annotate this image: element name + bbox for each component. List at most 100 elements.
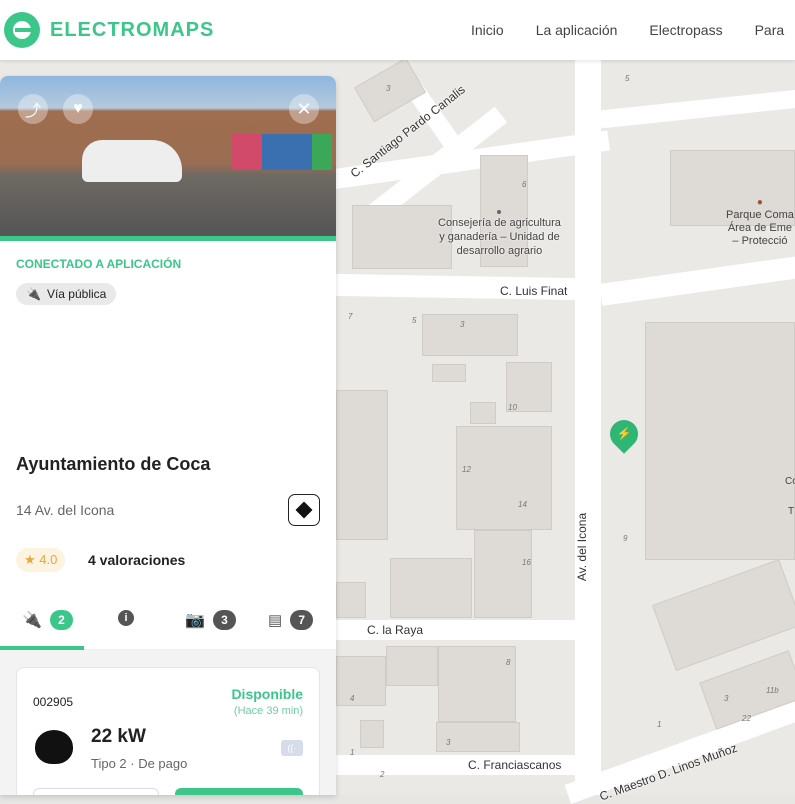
nav-la-aplicacion[interactable]: La aplicación bbox=[536, 22, 618, 38]
house-number: 3 bbox=[386, 84, 391, 93]
tab-comments[interactable]: ▤ 7 bbox=[268, 610, 314, 630]
house-number: Co bbox=[785, 476, 795, 487]
poi-line: y ganadería – Unidad de bbox=[439, 231, 560, 243]
house-number: 3 bbox=[446, 738, 451, 747]
building bbox=[386, 646, 438, 686]
house-number: 7 bbox=[348, 312, 353, 321]
poi-parque[interactable]: ● Parque Coma Área de Eme – Protecció bbox=[726, 196, 794, 248]
building bbox=[652, 559, 795, 671]
tab-info[interactable]: i bbox=[118, 610, 134, 626]
status-updated: (Hace 39 min) bbox=[233, 705, 303, 717]
road-av-del-icona bbox=[575, 60, 601, 795]
house-number: 10 bbox=[508, 403, 517, 412]
charger-detail: Tipo 2 · De pago bbox=[91, 756, 188, 771]
fire-icon: ● bbox=[756, 197, 763, 208]
comments-count: 7 bbox=[290, 610, 314, 630]
building bbox=[645, 322, 795, 560]
star-icon: ★ bbox=[24, 552, 36, 567]
primary-button[interactable] bbox=[175, 788, 303, 795]
nav-para[interactable]: Para bbox=[755, 22, 785, 38]
info-icon: i bbox=[118, 610, 134, 626]
nav-electropass[interactable]: Electropass bbox=[649, 22, 722, 38]
top-header: ELECTROMAPS Inicio La aplicación Electro… bbox=[0, 0, 795, 60]
poi-line: Consejería de agricultura bbox=[438, 217, 561, 229]
house-number: 6 bbox=[522, 180, 527, 189]
street-label: C. la Raya bbox=[367, 623, 424, 637]
nav-inicio[interactable]: Inicio bbox=[471, 22, 504, 38]
house-number: 2 bbox=[380, 770, 385, 779]
secondary-button[interactable] bbox=[33, 788, 159, 795]
tab-chargers[interactable]: 🔌 2 bbox=[22, 610, 73, 630]
building bbox=[390, 558, 472, 618]
comment-icon: ▤ bbox=[268, 612, 283, 629]
building bbox=[470, 402, 496, 424]
close-icon[interactable]: ✕ bbox=[289, 94, 319, 124]
street-label: C. Franciascanos bbox=[468, 758, 562, 772]
accent-divider bbox=[0, 236, 336, 241]
connected-label: CONECTADO A APLICACIÓN bbox=[16, 257, 182, 271]
chip-label: Vía pública bbox=[46, 287, 107, 301]
charger-id: 002905 bbox=[33, 695, 74, 709]
poi-line: Parque Coma bbox=[726, 209, 794, 221]
house-number: 16 bbox=[522, 558, 531, 567]
building bbox=[352, 205, 452, 269]
heart-icon[interactable]: ♥ bbox=[63, 94, 93, 124]
rating-badge: ★ 4.0 bbox=[16, 548, 66, 572]
directions-button[interactable] bbox=[288, 494, 320, 526]
plug-icon: 🔌 bbox=[26, 287, 41, 301]
main-nav: Inicio La aplicación Electropass Para bbox=[471, 22, 784, 38]
logo-mark-icon bbox=[4, 12, 40, 48]
review-count[interactable]: 4 valoraciones bbox=[88, 552, 185, 568]
charger-marker[interactable]: ⚡ bbox=[604, 414, 644, 454]
rating-value: 4.0 bbox=[39, 552, 58, 567]
road bbox=[599, 89, 795, 129]
station-photo[interactable]: ⤴ ♥ ✕ bbox=[0, 76, 336, 236]
charger-power: 22 kW bbox=[91, 726, 146, 747]
charger-card[interactable]: 002905 Disponible (Hace 39 min) 22 kW Ti… bbox=[16, 667, 320, 795]
station-title: Ayuntamiento de Coca bbox=[16, 454, 211, 474]
charger-status: Disponible bbox=[231, 686, 303, 702]
house-number: 1 bbox=[350, 748, 355, 757]
street-label: Av. del Icona bbox=[575, 512, 590, 582]
house-number: T bbox=[788, 506, 795, 517]
house-number: 3 bbox=[724, 694, 729, 703]
building bbox=[456, 426, 552, 530]
house-number: 14 bbox=[518, 500, 527, 509]
house-number: 4 bbox=[350, 694, 355, 703]
building bbox=[474, 530, 532, 618]
tab-photos[interactable]: 📷 3 bbox=[185, 610, 236, 630]
chargers-count: 2 bbox=[49, 610, 73, 630]
building bbox=[360, 720, 384, 748]
station-address: 14 Av. del Icona bbox=[16, 502, 115, 518]
house-number: 5 bbox=[625, 74, 630, 83]
house-number: 12 bbox=[462, 465, 471, 474]
active-tab-indicator bbox=[0, 646, 84, 650]
poi-line: desarrollo agrario bbox=[456, 245, 543, 257]
house-number: 1 bbox=[657, 720, 662, 729]
building bbox=[336, 656, 386, 706]
electromaps-logo[interactable]: ELECTROMAPS bbox=[4, 12, 214, 48]
house-number: 8 bbox=[506, 658, 511, 667]
poi-line: – Protecció bbox=[732, 235, 788, 247]
photos-count: 3 bbox=[212, 610, 236, 630]
building bbox=[422, 314, 518, 356]
poi-dot-icon bbox=[497, 210, 502, 214]
house-number: 11b bbox=[766, 686, 779, 695]
building bbox=[438, 646, 516, 722]
building bbox=[336, 582, 366, 618]
lightning-icon: ⚡ bbox=[616, 427, 632, 442]
share-icon[interactable]: ⤴ bbox=[18, 94, 48, 124]
building bbox=[336, 390, 388, 540]
poi-consejeria[interactable]: Consejería de agricultura y ganadería – … bbox=[438, 210, 561, 258]
contactless-icon: ((· bbox=[281, 740, 303, 756]
building bbox=[436, 722, 520, 752]
house-number: 22 bbox=[742, 714, 751, 723]
photo-bins bbox=[232, 134, 332, 170]
building bbox=[432, 364, 466, 382]
house-number: 3 bbox=[460, 320, 465, 329]
station-panel: ⤴ ♥ ✕ CONECTADO A APLICACIÓN 🔌 Vía públic… bbox=[0, 76, 336, 795]
house-number: 5 bbox=[412, 316, 417, 325]
directions-icon bbox=[295, 501, 313, 519]
photo-car bbox=[82, 140, 182, 182]
camera-icon: 📷 bbox=[185, 612, 205, 629]
